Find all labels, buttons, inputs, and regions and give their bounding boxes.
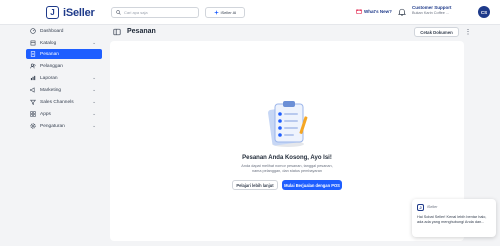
chevron-down-icon: ⌄ <box>92 111 96 116</box>
user-info[interactable]: Customer Support Bukan Karin Coffee ... <box>412 5 452 15</box>
sidebar: Dashboard Katalog ⌄ Pesanan Pelanggan La… <box>0 25 110 246</box>
sidebar-item-pelanggan[interactable]: Pelanggan <box>26 61 102 71</box>
app-name: iSeller <box>63 6 95 19</box>
ai-button-label: iSeller AI <box>220 10 237 15</box>
sidebar-item-label: Dashboard <box>40 28 64 34</box>
marketing-icon <box>30 87 35 93</box>
app-logo[interactable]: J iSeller <box>46 6 95 19</box>
learn-more-button[interactable]: Pelajari lebih lanjut <box>232 180 278 190</box>
top-header: J iSeller iSeller AI What's New? Custome… <box>0 0 500 25</box>
sidebar-item-dashboard[interactable]: Dashboard <box>26 26 102 36</box>
sidebar-item-label: Apps <box>40 111 51 117</box>
settings-icon <box>30 123 36 129</box>
gift-icon <box>356 9 362 14</box>
whats-new-label: What's New? <box>364 8 392 14</box>
catalog-icon <box>30 40 36 46</box>
sidebar-item-label: Katalog <box>40 40 57 46</box>
user-name: Customer Support <box>412 5 452 10</box>
sales-channels-icon <box>30 99 36 105</box>
notification-bell-icon[interactable] <box>398 8 406 16</box>
page-title: Pesanan <box>127 28 156 35</box>
sidebar-item-label: Sales Channels <box>40 99 74 105</box>
user-company: Bukan Karin Coffee ... <box>412 11 450 15</box>
dashboard-icon <box>30 28 36 34</box>
chevron-down-icon: ⌄ <box>92 75 96 80</box>
chevron-down-icon: ⌄ <box>92 99 96 104</box>
search-input[interactable] <box>124 10 194 15</box>
orders-icon <box>30 51 36 57</box>
chevron-down-icon: ⌄ <box>92 123 96 128</box>
sparkle-icon <box>213 10 219 15</box>
avatar[interactable]: CS <box>478 6 490 18</box>
chevron-down-icon: ⌄ <box>92 40 96 45</box>
chat-message: Hai Sobat Seller! Kenal lebih bentar hal… <box>417 215 487 224</box>
chat-logo-icon: J <box>417 204 424 211</box>
sidebar-item-laporan[interactable]: Laporan ⌄ <box>26 73 102 83</box>
iseller-ai-button[interactable]: iSeller AI <box>205 7 245 18</box>
sidebar-item-katalog[interactable]: Katalog ⌄ <box>26 38 102 48</box>
sidebar-item-label: Marketing <box>40 87 62 93</box>
logo-mark-icon: J <box>46 6 59 19</box>
sidebar-item-label: Pelanggan <box>40 63 63 69</box>
sidebar-item-label: Laporan <box>40 75 58 81</box>
sidebar-item-label: Pesanan <box>40 51 59 57</box>
print-document-button[interactable]: Cetak Dokumen <box>414 27 459 37</box>
chat-popup[interactable]: J iSeller Hai Sobat Seller! Kenal lebih … <box>412 199 496 237</box>
search-icon <box>116 10 121 15</box>
start-pos-button[interactable]: Mulai Berjualan dengan POS <box>282 180 342 190</box>
sidebar-toggle-icon[interactable] <box>113 28 121 36</box>
more-options-icon[interactable]: ⋮ <box>463 27 473 37</box>
empty-state-title: Pesanan Anda Kosong, Ayo Isi! <box>242 155 332 161</box>
sidebar-item-marketing[interactable]: Marketing ⌄ <box>26 85 102 95</box>
page-topbar: Pesanan Cetak Dokumen ⋮ <box>110 25 500 40</box>
apps-icon <box>30 111 36 117</box>
sidebar-item-apps[interactable]: Apps ⌄ <box>26 109 102 119</box>
clipboard-illustration-icon <box>268 101 308 147</box>
sidebar-item-sales-channels[interactable]: Sales Channels ⌄ <box>26 97 102 107</box>
sidebar-item-pesanan[interactable]: Pesanan <box>26 49 102 59</box>
main-panel: Pesanan Anda Kosong, Ayo Isi! Anda dapat… <box>110 41 464 241</box>
sidebar-item-label: Pengaturan <box>40 123 65 129</box>
sidebar-item-pengaturan[interactable]: Pengaturan ⌄ <box>26 121 102 131</box>
search-box[interactable] <box>111 7 199 18</box>
empty-state-description: Anda dapat melihat nomor pesanan, tangga… <box>241 164 333 173</box>
chevron-down-icon: ⌄ <box>92 87 96 92</box>
customers-icon <box>30 63 36 69</box>
reports-icon <box>30 75 36 81</box>
whats-new-link[interactable]: What's New? <box>356 8 392 14</box>
chat-sender: iSeller <box>427 205 438 209</box>
